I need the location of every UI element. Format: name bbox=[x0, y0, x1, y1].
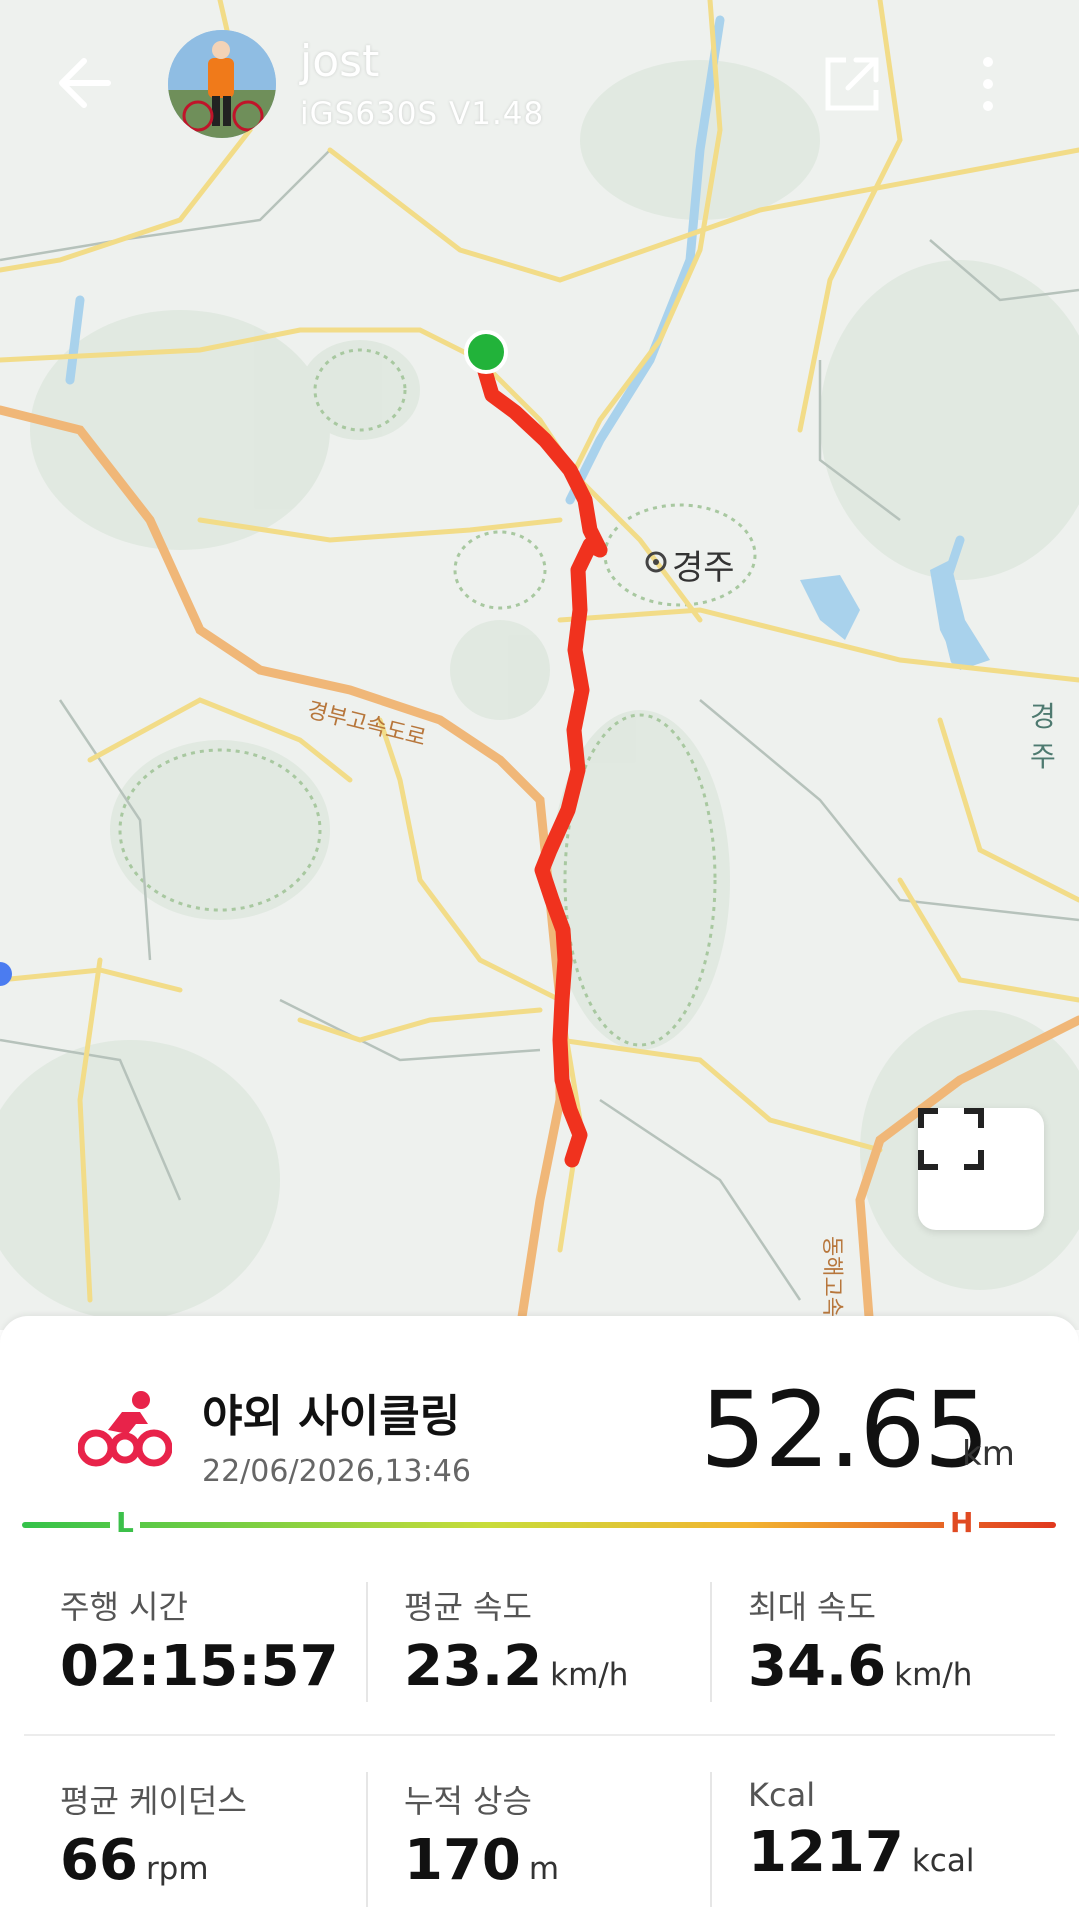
divider bbox=[366, 1582, 368, 1702]
divider bbox=[710, 1582, 712, 1702]
divider bbox=[366, 1772, 368, 1907]
stat-value: 02:15:57 bbox=[60, 1634, 339, 1699]
more-vertical-icon bbox=[983, 57, 993, 111]
activity-title: 야외 사이클링 bbox=[202, 1391, 461, 1442]
stat-elevation-gain: 누적 상승 170 m bbox=[404, 1776, 704, 1893]
stat-unit: m bbox=[528, 1851, 560, 1887]
stat-value: 66 bbox=[60, 1828, 138, 1893]
stat-value: 34.6 bbox=[748, 1634, 887, 1699]
speed-gradient-bar bbox=[22, 1522, 1056, 1528]
stat-unit: kcal bbox=[911, 1843, 975, 1879]
distance-value: 52.65 bbox=[700, 1369, 990, 1491]
city-label: 경주 bbox=[672, 548, 735, 588]
stat-unit: rpm bbox=[145, 1851, 209, 1887]
more-options-button[interactable] bbox=[968, 52, 1008, 116]
cycling-icon bbox=[77, 1390, 173, 1470]
stat-average-cadence: 평균 케이던스 66 rpm bbox=[60, 1776, 360, 1893]
high-label: H bbox=[944, 1506, 980, 1539]
activity-datetime: 22/06/2026,13:46 bbox=[202, 1454, 471, 1489]
share-button[interactable] bbox=[820, 52, 884, 116]
city-label-right: 경주 bbox=[1030, 700, 1056, 773]
route-map[interactable]: 경주 경주 경부고속도로 동해고속 jost iGS630S V1.48 bbox=[0, 0, 1079, 1330]
stat-unit: km/h bbox=[550, 1657, 629, 1693]
stat-unit: km/h bbox=[894, 1657, 973, 1693]
start-marker bbox=[464, 330, 508, 374]
stat-label: 최대 속도 bbox=[748, 1588, 876, 1626]
avatar[interactable] bbox=[168, 30, 276, 138]
device-info: iGS630S V1.48 bbox=[300, 96, 545, 132]
back-arrow-icon bbox=[59, 58, 111, 108]
stat-calories: Kcal 1217 kcal bbox=[748, 1776, 1048, 1885]
row-divider bbox=[24, 1734, 1055, 1736]
share-icon bbox=[825, 57, 879, 111]
low-label: L bbox=[110, 1506, 140, 1539]
stat-label: Kcal bbox=[748, 1776, 816, 1814]
back-button[interactable] bbox=[52, 48, 122, 118]
stat-value: 1217 bbox=[748, 1820, 904, 1885]
fullscreen-icon bbox=[918, 1108, 984, 1170]
avatar-image bbox=[168, 30, 276, 138]
divider bbox=[710, 1772, 712, 1907]
stat-label: 누적 상승 bbox=[404, 1782, 532, 1820]
stat-average-speed: 평균 속도 23.2 km/h bbox=[404, 1582, 704, 1699]
stat-value: 170 bbox=[404, 1828, 521, 1893]
location-dot-icon bbox=[0, 962, 12, 986]
user-name: jost bbox=[300, 36, 380, 87]
stat-label: 평균 속도 bbox=[404, 1588, 532, 1626]
distance-unit: km bbox=[962, 1434, 1015, 1474]
stat-label: 평균 케이던스 bbox=[60, 1782, 247, 1820]
stat-ride-time: 주행 시간 02:15:57 bbox=[60, 1582, 360, 1699]
stat-label: 주행 시간 bbox=[60, 1588, 188, 1626]
stat-max-speed: 최대 속도 34.6 km/h bbox=[748, 1582, 1048, 1699]
stat-value: 23.2 bbox=[404, 1634, 543, 1699]
fullscreen-button[interactable] bbox=[918, 1108, 1044, 1230]
highway-label-east: 동해고속 bbox=[819, 1236, 844, 1317]
